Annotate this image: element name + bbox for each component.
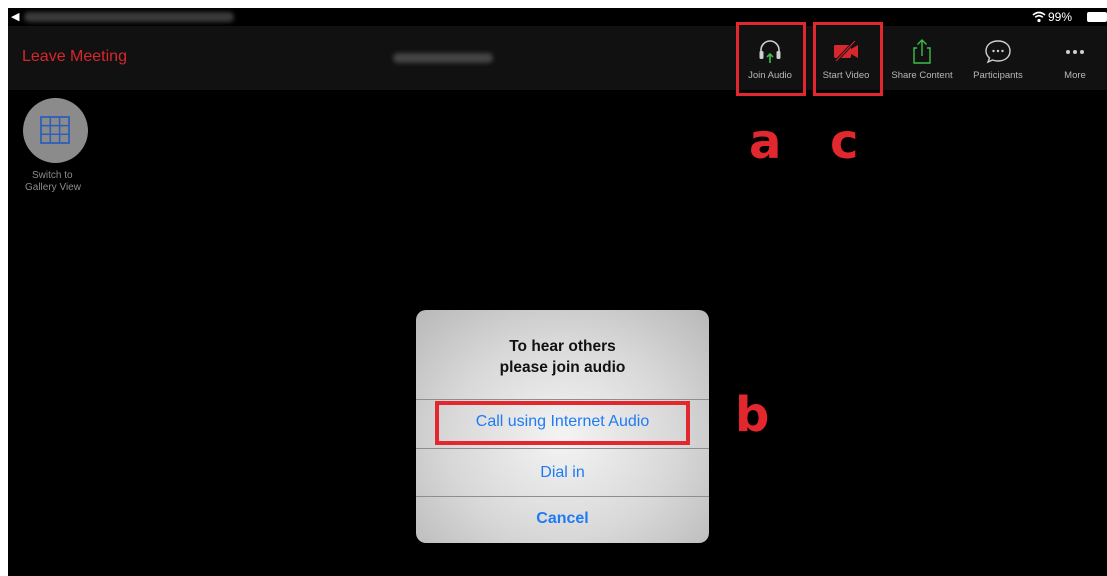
leave-meeting-button[interactable]: Leave Meeting [22,48,127,66]
share-content-button[interactable]: Share Content [883,26,961,90]
gallery-view-button[interactable] [23,98,88,163]
chat-bubble-icon [985,40,1011,64]
participants-label: Participants [973,70,1023,81]
carrier-redacted [24,12,234,22]
more-label: More [1064,70,1086,81]
dialog-title: To hear others please join audio [416,336,709,378]
share-icon [913,39,931,64]
battery-icon [1087,12,1107,22]
more-button[interactable]: More [1053,26,1097,90]
annotation-box-a [736,22,806,96]
meeting-screen: ◀ 99% Leave Meeting Join Audio Start Vid… [8,8,1107,576]
annotation-box-b [435,401,690,445]
divider [416,399,709,400]
participants-button[interactable]: Participants [968,26,1028,90]
divider [416,448,709,449]
meeting-title-redacted [393,53,493,63]
share-content-label: Share Content [891,70,953,81]
battery-percent: 99% [1048,10,1073,24]
cancel-button[interactable]: Cancel [416,510,709,528]
annotation-letter-c: c [830,114,859,170]
gallery-view-label: Switch to Gallery View [10,170,116,194]
wifi-icon [1032,11,1046,23]
divider [416,496,709,497]
annotation-letter-b: b [735,387,770,443]
annotation-letter-a: a [749,114,782,170]
gallery-label-line1: Switch to [32,170,73,181]
grid-icon [40,116,70,144]
gallery-label-line2: Gallery View [25,182,81,193]
status-bar: ◀ 99% [8,8,1107,26]
dialog-title-line2: please join audio [499,359,626,376]
dial-in-button[interactable]: Dial in [416,464,709,482]
annotation-box-c [813,22,883,96]
back-arrow-icon[interactable]: ◀ [11,10,19,23]
more-dots-icon [1066,50,1084,54]
meeting-toolbar: Leave Meeting Join Audio Start Video Sha… [8,26,1107,90]
dialog-title-line1: To hear others [509,338,616,355]
